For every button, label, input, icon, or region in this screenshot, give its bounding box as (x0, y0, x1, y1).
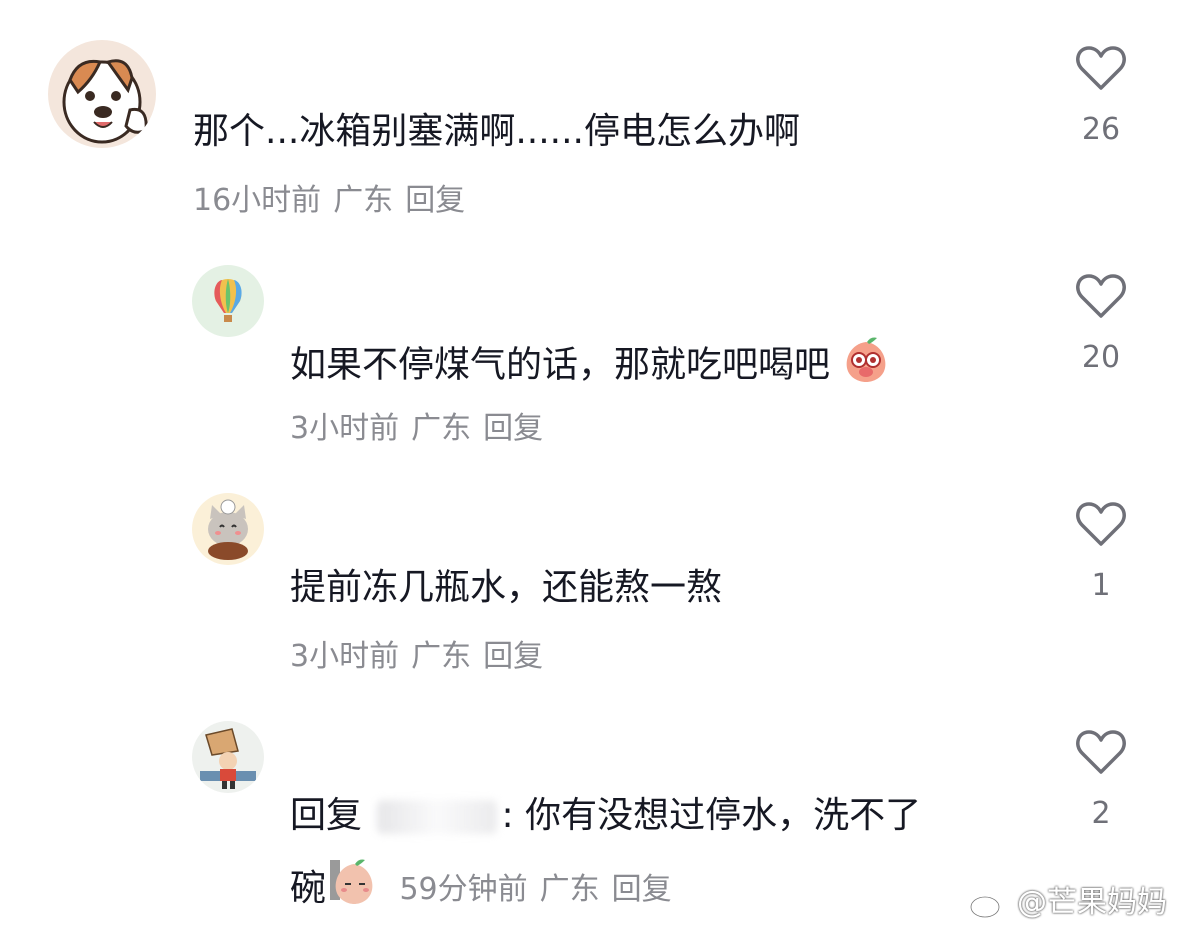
comment-meta: 3小时前 广东 回复 (290, 637, 555, 677)
comment-text: 那个...冰箱别塞满啊......停电怎么办啊 (193, 111, 800, 152)
comment-text: 回复 : 你有没想过停水，洗不了 (290, 790, 921, 842)
comment-text-row2: 碗 59分钟前 广东 回复 (290, 856, 684, 924)
heart-icon (1076, 46, 1126, 90)
peach-emoji-icon (326, 856, 378, 924)
reply-button[interactable]: 回复 (405, 183, 465, 218)
like-button[interactable]: 1 (1066, 500, 1136, 606)
comment-meta: 3小时前 广东 回复 (290, 409, 555, 449)
like-button[interactable]: 20 (1066, 272, 1136, 378)
heart-icon (1076, 502, 1126, 546)
cartoon-boy-avatar-icon[interactable] (192, 721, 264, 793)
comment-text-line2: 碗 (290, 868, 327, 909)
comment-location: 广东 (411, 639, 472, 674)
reply-target-suffix: : (501, 795, 514, 836)
cat-avatar-icon[interactable] (192, 493, 264, 565)
comment-time: 16小时前 (193, 183, 322, 218)
comment-text: 如果不停煤气的话，那就吃吧喝吧 (290, 334, 891, 399)
heart-icon (1076, 274, 1126, 318)
comment-location: 广东 (539, 872, 600, 907)
comment-location: 广东 (411, 411, 472, 446)
comment-text-content: 如果不停煤气的话，那就吃吧喝吧 (290, 344, 831, 386)
weibo-watermark: @芒果妈妈 (969, 877, 1167, 921)
like-button[interactable]: 2 (1066, 728, 1136, 834)
comment-text-line1: 你有没想过停水，洗不了 (525, 795, 922, 836)
heart-icon (1076, 730, 1126, 774)
like-count: 20 (1081, 340, 1121, 375)
like-count: 1 (1091, 568, 1111, 603)
reply-button[interactable]: 回复 (483, 411, 543, 446)
dog-avatar-icon[interactable] (48, 40, 156, 148)
comment-time: 3小时前 (290, 639, 400, 674)
comment-meta: 16小时前 广东 回复 (193, 181, 477, 221)
redacted-username (377, 800, 498, 834)
comment-location: 广东 (333, 183, 394, 218)
comment-time: 3小时前 (290, 411, 400, 446)
reply-button[interactable]: 回复 (612, 872, 672, 907)
comment-text: 提前冻几瓶水，还能熬一熬 (290, 567, 723, 608)
like-button[interactable]: 26 (1066, 44, 1136, 150)
watermark-text: @芒果妈妈 (1017, 885, 1167, 920)
reply-button[interactable]: 回复 (483, 639, 543, 674)
reply-prefix: 回复 (290, 795, 363, 836)
comment-time: 59分钟前 (399, 872, 528, 907)
like-count: 2 (1091, 796, 1111, 831)
comment-meta: 59分钟前 广东 回复 (399, 870, 683, 910)
weibo-logo-icon (970, 891, 1005, 918)
like-count: 26 (1081, 112, 1121, 147)
hot-air-balloon-avatar-icon[interactable] (192, 265, 264, 337)
peach-emoji-icon (841, 334, 891, 399)
